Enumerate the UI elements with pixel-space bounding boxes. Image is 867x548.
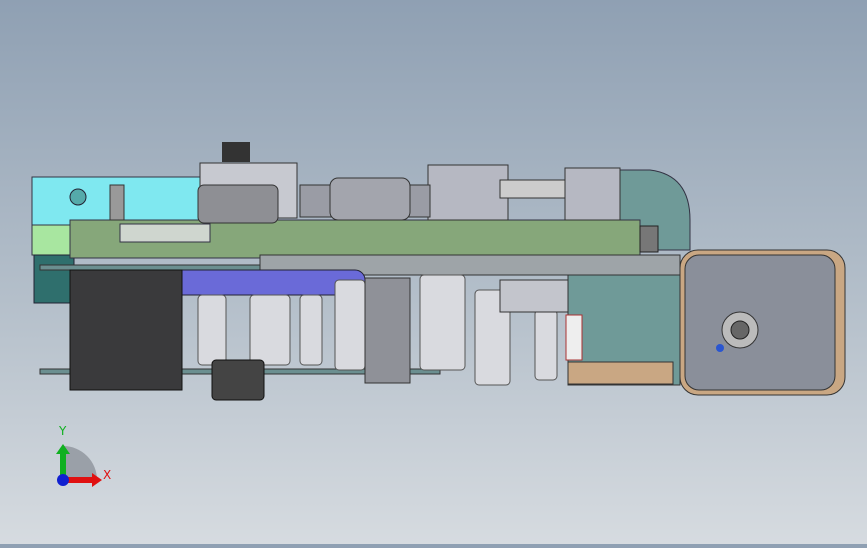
z-axis-icon <box>57 474 69 486</box>
y-axis-label: Y <box>59 424 67 438</box>
dark-teal-block <box>33 254 75 304</box>
cyan-block <box>31 176 223 226</box>
pulley-bottom <box>211 359 265 401</box>
stepper-motor <box>69 269 183 391</box>
x-axis-label: X <box>103 468 112 482</box>
cad-model <box>31 142 846 401</box>
cad-viewport[interactable]: Y X <box>0 0 867 544</box>
pulley-top <box>197 184 279 224</box>
triad-arc <box>63 446 97 480</box>
motor-face <box>684 254 836 391</box>
